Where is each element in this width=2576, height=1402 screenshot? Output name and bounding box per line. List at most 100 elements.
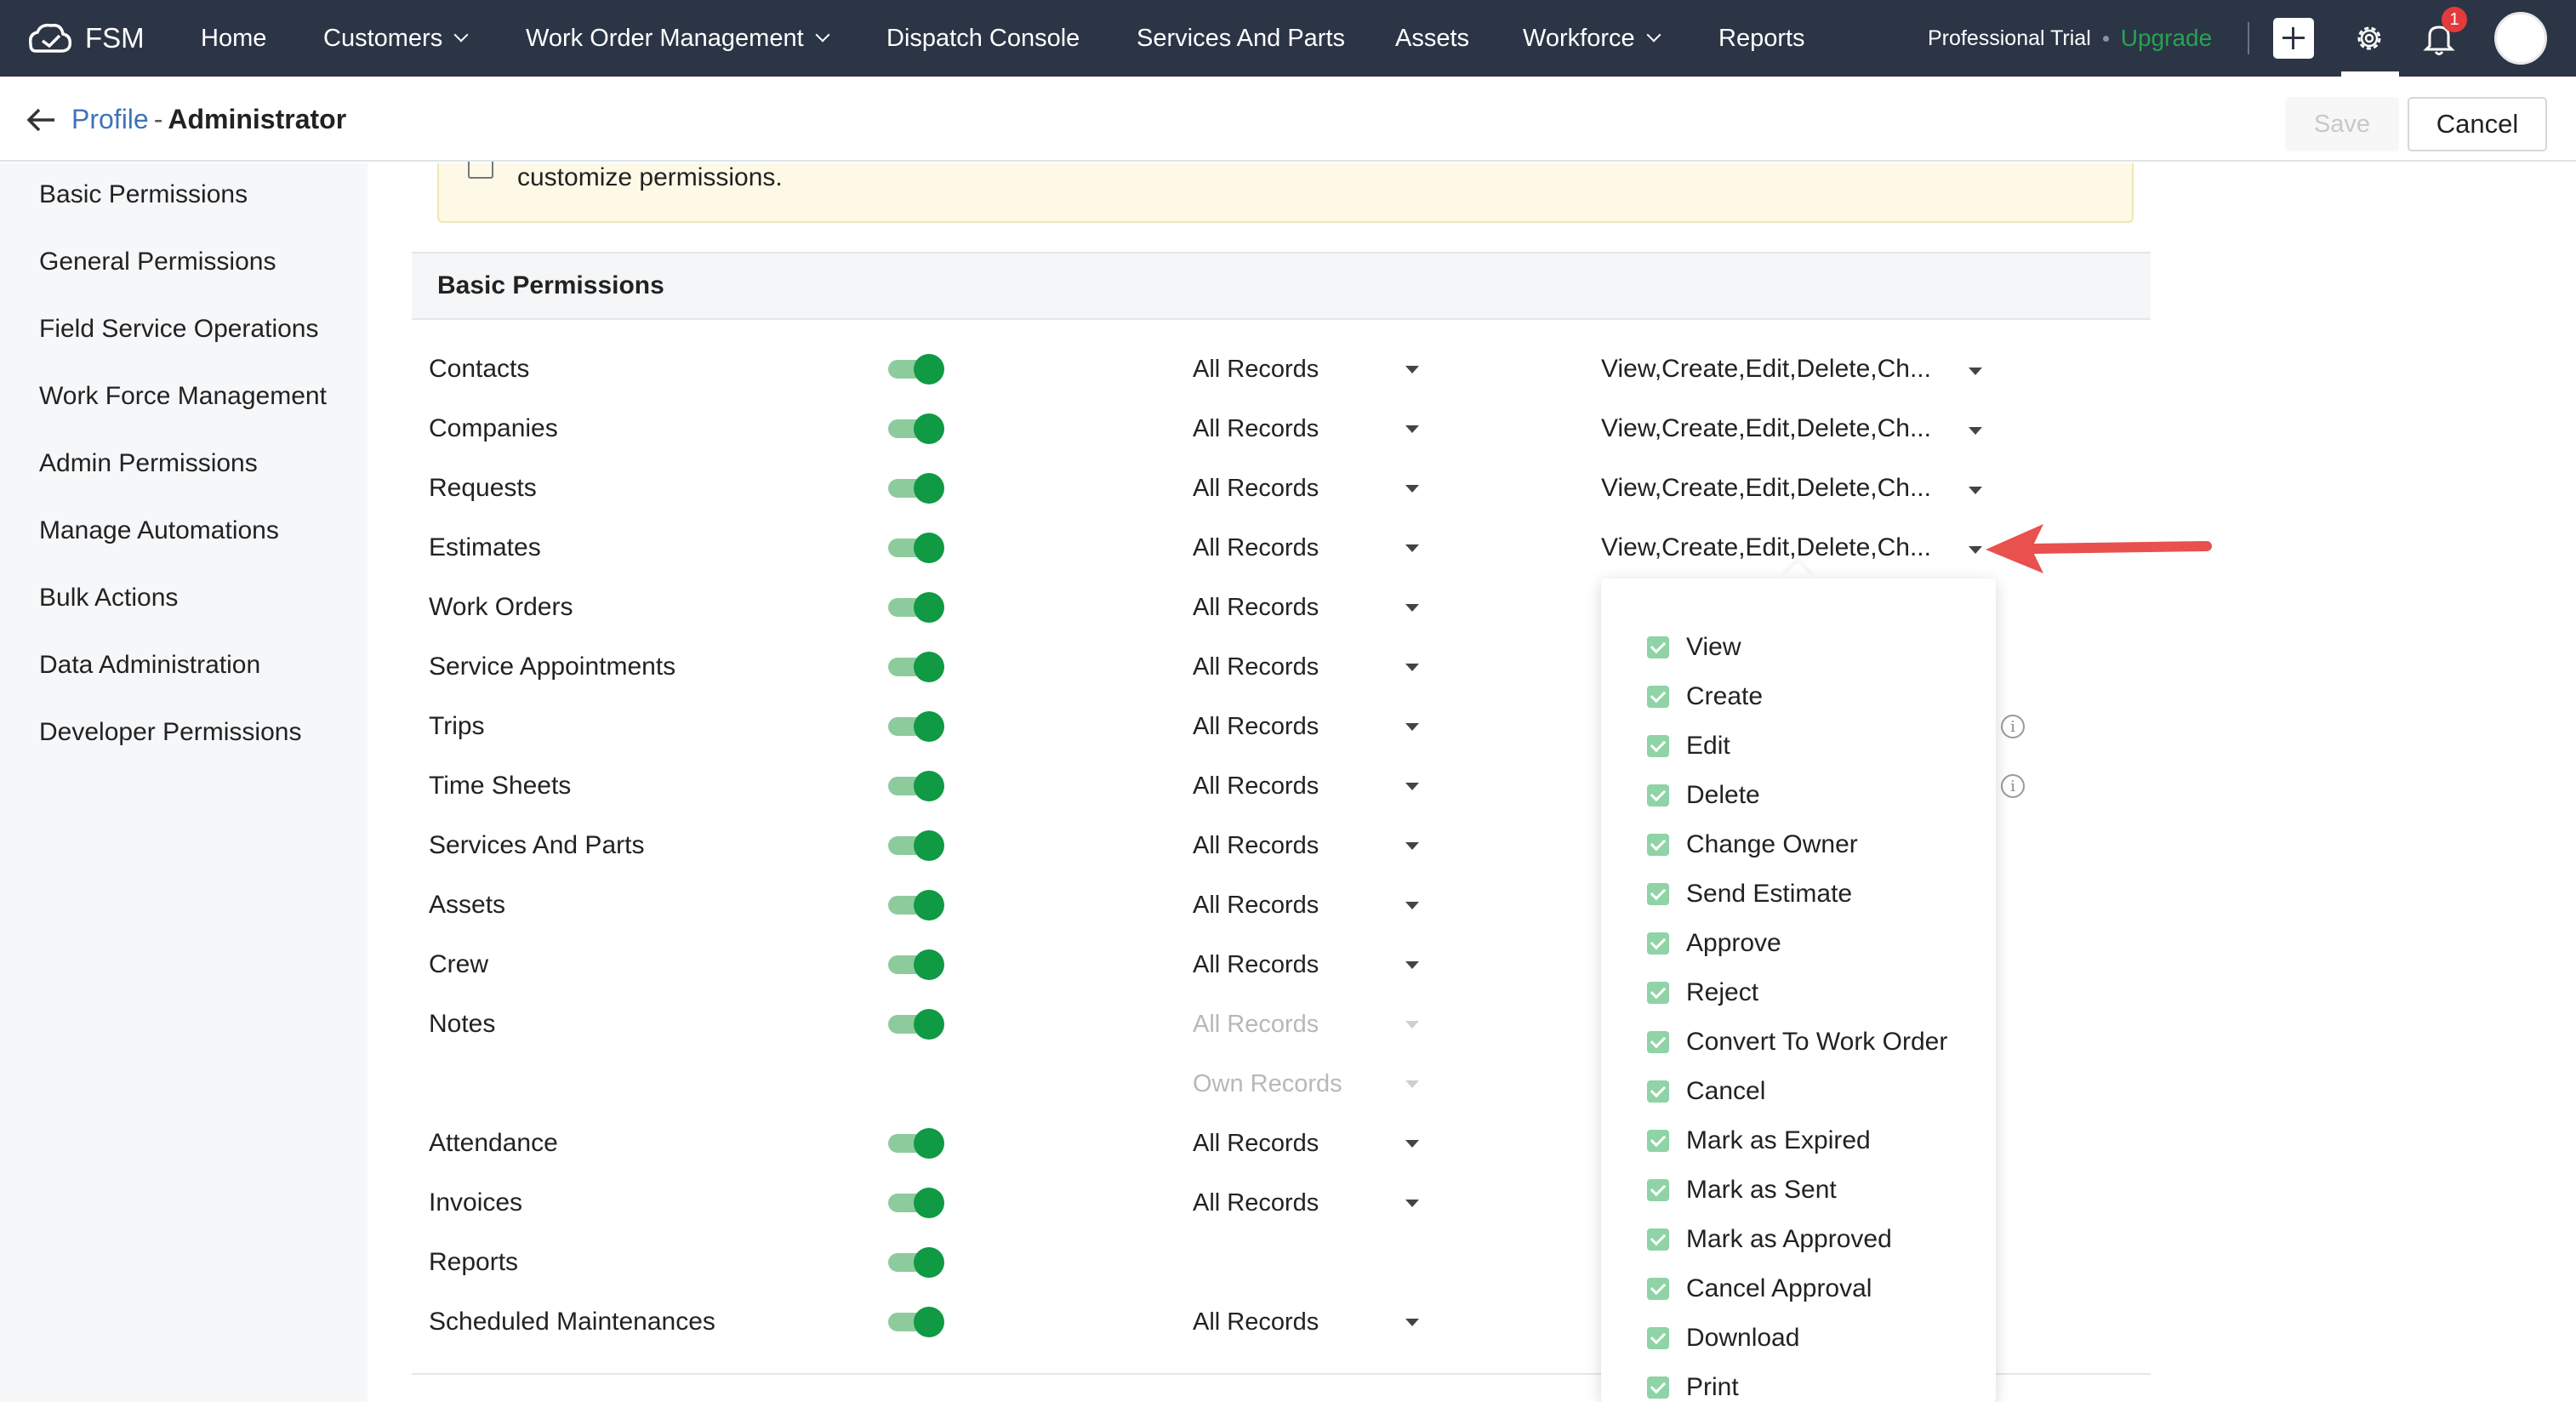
checkbox-checked-icon[interactable]: [1647, 1278, 1669, 1300]
record-scope-select[interactable]: All Records: [1193, 761, 1319, 812]
caret-down-icon[interactable]: [1405, 1200, 1419, 1207]
option-delete[interactable]: Delete: [1647, 771, 1760, 820]
permissions-select[interactable]: View,Create,Edit,Delete,Ch...: [1601, 403, 1931, 454]
option-edit[interactable]: Edit: [1647, 721, 1730, 771]
module-toggle[interactable]: [888, 1307, 944, 1337]
caret-down-icon[interactable]: [1405, 783, 1419, 790]
caret-down-icon[interactable]: [1405, 485, 1419, 493]
save-button[interactable]: Save: [2285, 97, 2399, 151]
nav-work-order-management[interactable]: Work Order Management: [526, 0, 830, 77]
nav-dispatch-console[interactable]: Dispatch Console: [886, 0, 1080, 77]
module-toggle[interactable]: [888, 473, 944, 504]
option-mark-as-approved[interactable]: Mark as Approved: [1647, 1215, 1892, 1264]
info-icon[interactable]: i: [2001, 715, 2025, 738]
record-scope-select[interactable]: All Records: [1193, 1177, 1319, 1228]
checkbox-checked-icon[interactable]: [1647, 636, 1669, 658]
sidebar-item-bulk-actions[interactable]: Bulk Actions: [39, 584, 178, 613]
settings-gear-icon[interactable]: [2350, 19, 2389, 58]
module-toggle[interactable]: [888, 1009, 944, 1040]
option-cancel[interactable]: Cancel: [1647, 1067, 1765, 1116]
checkbox-checked-icon[interactable]: [1647, 1130, 1669, 1152]
option-convert-to-work-order[interactable]: Convert To Work Order: [1647, 1017, 1947, 1067]
permissions-select[interactable]: View,Create,Edit,Delete,Ch...: [1601, 463, 1931, 514]
cancel-button[interactable]: Cancel: [2408, 97, 2547, 151]
quick-create-button[interactable]: [2273, 18, 2314, 59]
sidebar-item-manage-automations[interactable]: Manage Automations: [39, 516, 279, 545]
record-scope-select[interactable]: All Records: [1193, 701, 1319, 752]
nav-customers[interactable]: Customers: [323, 0, 469, 77]
user-avatar[interactable]: [2494, 12, 2547, 65]
caret-down-icon[interactable]: [1405, 664, 1419, 671]
option-print[interactable]: Print: [1647, 1363, 1739, 1402]
record-scope-select[interactable]: All Records: [1193, 1118, 1319, 1169]
checkbox-checked-icon[interactable]: [1647, 1327, 1669, 1349]
checkbox-checked-icon[interactable]: [1647, 834, 1669, 856]
option-send-estimate[interactable]: Send Estimate: [1647, 869, 1852, 919]
record-scope-select[interactable]: All Records: [1193, 522, 1319, 573]
sidebar-item-admin-permissions[interactable]: Admin Permissions: [39, 449, 258, 478]
module-toggle[interactable]: [888, 890, 944, 920]
caret-down-icon[interactable]: [1405, 604, 1419, 612]
app-name[interactable]: FSM: [85, 0, 145, 77]
caret-down-icon[interactable]: [1405, 902, 1419, 909]
checkbox-checked-icon[interactable]: [1647, 1179, 1669, 1201]
record-scope-select[interactable]: All Records: [1193, 880, 1319, 931]
checkbox-checked-icon[interactable]: [1647, 1228, 1669, 1251]
sidebar-item-basic-permissions[interactable]: Basic Permissions: [39, 180, 248, 209]
record-scope-select[interactable]: All Records: [1193, 582, 1319, 633]
nav-workforce[interactable]: Workforce: [1523, 0, 1661, 77]
record-scope-select[interactable]: All Records: [1193, 1297, 1319, 1348]
module-toggle[interactable]: [888, 533, 944, 563]
caret-down-icon[interactable]: [1969, 368, 1982, 375]
module-toggle[interactable]: [888, 1247, 944, 1278]
info-icon[interactable]: i: [2001, 774, 2025, 798]
module-toggle[interactable]: [888, 830, 944, 861]
module-toggle[interactable]: [888, 1188, 944, 1218]
nav-services-and-parts[interactable]: Services And Parts: [1137, 0, 1345, 77]
nav-home[interactable]: Home: [201, 0, 266, 77]
module-toggle[interactable]: [888, 413, 944, 444]
record-scope-select[interactable]: All Records: [1193, 403, 1319, 454]
module-toggle[interactable]: [888, 592, 944, 623]
caret-down-icon[interactable]: [1969, 427, 1982, 435]
caret-down-icon[interactable]: [1405, 544, 1419, 552]
permissions-select[interactable]: View,Create,Edit,Delete,Ch...: [1601, 522, 1931, 573]
sidebar-item-work-force-management[interactable]: Work Force Management: [39, 382, 327, 411]
option-create[interactable]: Create: [1647, 672, 1763, 721]
caret-down-icon[interactable]: [1405, 961, 1419, 969]
checkbox-checked-icon[interactable]: [1647, 883, 1669, 905]
nav-assets[interactable]: Assets: [1395, 0, 1469, 77]
module-toggle[interactable]: [888, 771, 944, 801]
record-scope-select[interactable]: All Records: [1193, 463, 1319, 514]
caret-down-icon[interactable]: [1405, 1319, 1419, 1326]
sidebar-item-developer-permissions[interactable]: Developer Permissions: [39, 718, 301, 747]
nav-reports[interactable]: Reports: [1718, 0, 1805, 77]
checkbox-checked-icon[interactable]: [1647, 784, 1669, 806]
caret-down-icon[interactable]: [1405, 1140, 1419, 1148]
option-approve[interactable]: Approve: [1647, 919, 1781, 968]
record-scope-select[interactable]: All Records: [1193, 820, 1319, 871]
upgrade-link[interactable]: Upgrade: [2121, 25, 2212, 52]
option-mark-as-expired[interactable]: Mark as Expired: [1647, 1116, 1871, 1165]
sidebar-item-field-service-operations[interactable]: Field Service Operations: [39, 315, 318, 344]
checkbox-checked-icon[interactable]: [1647, 932, 1669, 955]
option-change-owner[interactable]: Change Owner: [1647, 820, 1858, 869]
checkbox-checked-icon[interactable]: [1647, 735, 1669, 757]
caret-down-icon[interactable]: [1969, 487, 1982, 494]
module-toggle[interactable]: [888, 711, 944, 742]
checkbox-checked-icon[interactable]: [1647, 1031, 1669, 1053]
breadcrumb-profile-link[interactable]: Profile: [71, 104, 149, 135]
sidebar-item-data-administration[interactable]: Data Administration: [39, 651, 260, 680]
option-view[interactable]: View: [1647, 623, 1741, 672]
option-download[interactable]: Download: [1647, 1314, 1799, 1363]
module-toggle[interactable]: [888, 949, 944, 980]
permissions-select[interactable]: View,Create,Edit,Delete,Ch...: [1601, 344, 1931, 395]
module-toggle[interactable]: [888, 1128, 944, 1159]
caret-down-icon[interactable]: [1969, 546, 1982, 554]
record-scope-select[interactable]: All Records: [1193, 344, 1319, 395]
caret-down-icon[interactable]: [1405, 723, 1419, 731]
checkbox-checked-icon[interactable]: [1647, 982, 1669, 1004]
option-mark-as-sent[interactable]: Mark as Sent: [1647, 1165, 1837, 1215]
sidebar-item-general-permissions[interactable]: General Permissions: [39, 248, 276, 276]
module-toggle[interactable]: [888, 354, 944, 385]
